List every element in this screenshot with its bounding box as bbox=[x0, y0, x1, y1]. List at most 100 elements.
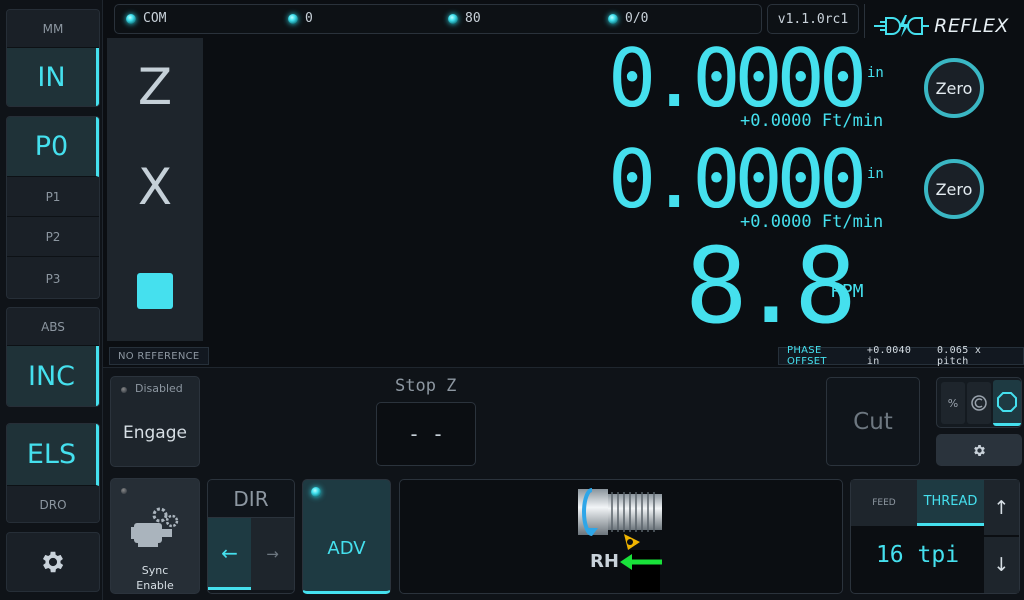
dro-button[interactable]: DRO bbox=[7, 486, 99, 522]
mm-label: MM bbox=[42, 21, 64, 36]
status-bar: COM 0 80 0/0 bbox=[114, 4, 762, 34]
function-group: ELS DRO bbox=[6, 423, 100, 523]
p2-label: P2 bbox=[45, 229, 61, 244]
dro-readouts: 0.0000 in +0.0000 Ft/min Zero 0.0000 in … bbox=[203, 32, 1024, 347]
threaded-part-icon bbox=[578, 488, 662, 592]
pitch-panel: FEED THREAD 16 tpi ↑ ↓ bbox=[850, 479, 1020, 594]
version-text: v1.1.0rc1 bbox=[777, 11, 849, 27]
plug-bolt-icon bbox=[874, 14, 930, 37]
abs-label: ABS bbox=[41, 319, 65, 334]
thread-tab[interactable]: THREAD bbox=[917, 480, 984, 526]
els-button[interactable]: ELS bbox=[7, 424, 99, 486]
sync-label-2: Enable bbox=[136, 579, 174, 592]
mm-button[interactable]: MM bbox=[7, 10, 99, 48]
dro-label: DRO bbox=[39, 498, 67, 512]
p2-button[interactable]: P2 bbox=[7, 217, 99, 257]
hexagon-icon bbox=[997, 391, 1017, 412]
x-zero-button[interactable]: Zero bbox=[924, 159, 984, 219]
z-unit: in bbox=[867, 65, 884, 81]
engage-status: Disabled bbox=[135, 382, 183, 395]
pitch-down-button[interactable]: ↓ bbox=[984, 537, 1019, 593]
reference-text: NO REFERENCE bbox=[118, 350, 200, 362]
status-led-icon-1 bbox=[288, 14, 298, 24]
in-label: IN bbox=[37, 62, 66, 93]
preset-group: P0 P1 P2 P3 bbox=[6, 116, 100, 299]
axis-selector: Z X bbox=[107, 38, 203, 341]
stop-z-button[interactable]: - - bbox=[376, 402, 476, 466]
inc-button[interactable]: INC bbox=[7, 346, 99, 406]
gear-icon bbox=[973, 444, 985, 456]
mode-sidebar: MM IN P0 P1 P2 P3 ABS INC ELS DRO bbox=[0, 0, 103, 600]
com-led-icon bbox=[126, 14, 136, 24]
z-axis-button[interactable]: Z bbox=[107, 58, 203, 116]
logo-text: REFLEX bbox=[934, 14, 1009, 37]
sync-label-1: Sync bbox=[141, 564, 169, 577]
gear-icon bbox=[42, 551, 64, 573]
abs-button[interactable]: ABS bbox=[7, 308, 99, 346]
phase-offset-label: PHASE OFFSET bbox=[787, 345, 827, 367]
p3-button[interactable]: P3 bbox=[7, 257, 99, 298]
status-value-2: 80 bbox=[465, 11, 481, 26]
adv-label: ADV bbox=[327, 538, 366, 559]
dir-right-button[interactable]: → bbox=[251, 518, 294, 590]
p1-label: P1 bbox=[45, 189, 61, 204]
spindle-rpm-value: 8.8 bbox=[685, 225, 857, 347]
phase-offset-value: +0.0040 in bbox=[866, 345, 912, 367]
cut-button[interactable]: Cut bbox=[826, 377, 920, 466]
direction-group: DIR ← → bbox=[207, 479, 295, 594]
p3-label: P3 bbox=[45, 271, 61, 286]
info-strip: NO REFERENCE PHASE OFFSET +0.0040 in 0.0… bbox=[107, 345, 1024, 367]
p0-label: P0 bbox=[34, 131, 69, 162]
rpm-unit: RPM bbox=[831, 281, 864, 302]
spiral-icon bbox=[971, 395, 987, 411]
thread-visual: RH bbox=[399, 479, 843, 594]
sync-enable-button[interactable]: Sync Enable bbox=[110, 478, 200, 594]
inc-label: INC bbox=[27, 361, 75, 392]
status-led-icon-3 bbox=[608, 14, 618, 24]
pitch-value: 16 tpi bbox=[875, 542, 960, 568]
x-unit: in bbox=[867, 166, 884, 182]
com-label: COM bbox=[143, 11, 167, 26]
advance-button[interactable]: ADV bbox=[302, 479, 391, 594]
stop-z-value: - - bbox=[407, 422, 445, 446]
reference-badge: NO REFERENCE bbox=[109, 347, 209, 365]
spiral-mode-button[interactable] bbox=[967, 382, 991, 424]
p1-button[interactable]: P1 bbox=[7, 177, 99, 217]
engage-button[interactable]: Disabled Engage bbox=[110, 376, 200, 467]
engage-led-icon bbox=[121, 387, 127, 393]
stop-z-label: Stop Z bbox=[395, 376, 457, 396]
thread-hand-label: RH bbox=[590, 551, 619, 572]
cut-label: Cut bbox=[853, 408, 893, 435]
dir-label: DIR bbox=[208, 480, 294, 518]
control-panel: Disabled Engage Stop Z - - Cut % Sync En… bbox=[103, 367, 1024, 600]
in-button[interactable]: IN bbox=[7, 48, 99, 106]
percent-icon: % bbox=[947, 396, 959, 410]
settings-button[interactable] bbox=[6, 532, 100, 592]
units-group: MM IN bbox=[6, 9, 100, 107]
pitch-up-button[interactable]: ↑ bbox=[984, 480, 1019, 536]
dir-left-button[interactable]: ← bbox=[208, 518, 251, 590]
adv-led-icon bbox=[311, 487, 321, 497]
coord-mode-group: ABS INC bbox=[6, 307, 100, 407]
z-feed-rate: +0.0000 Ft/min bbox=[740, 111, 884, 131]
sync-led-icon bbox=[121, 488, 127, 494]
els-label: ELS bbox=[26, 439, 77, 470]
hexagon-mode-button[interactable] bbox=[993, 380, 1021, 426]
z-zero-button[interactable]: Zero bbox=[924, 58, 984, 118]
phase-offset-badge: PHASE OFFSET +0.0040 in 0.065 x pitch bbox=[778, 345, 1024, 367]
status-value-3: 0/0 bbox=[625, 11, 649, 26]
pitch-multiplier-value: 0.065 x pitch bbox=[936, 345, 982, 367]
feed-tab[interactable]: FEED bbox=[851, 480, 917, 526]
p0-button[interactable]: P0 bbox=[7, 117, 99, 177]
x-zero-label: Zero bbox=[935, 179, 973, 199]
spindle-axis-button[interactable] bbox=[137, 273, 173, 309]
z-zero-label: Zero bbox=[935, 78, 973, 98]
x-axis-button[interactable]: X bbox=[107, 158, 203, 216]
version-label: v1.1.0rc1 bbox=[767, 4, 859, 34]
thread-settings-button[interactable] bbox=[936, 434, 1022, 466]
percent-mode-button[interactable]: % bbox=[941, 382, 965, 424]
status-value-1: 0 bbox=[305, 11, 313, 26]
motor-gears-icon bbox=[131, 507, 179, 547]
engage-label: Engage bbox=[123, 423, 187, 443]
mode-selector: % bbox=[936, 377, 1022, 428]
